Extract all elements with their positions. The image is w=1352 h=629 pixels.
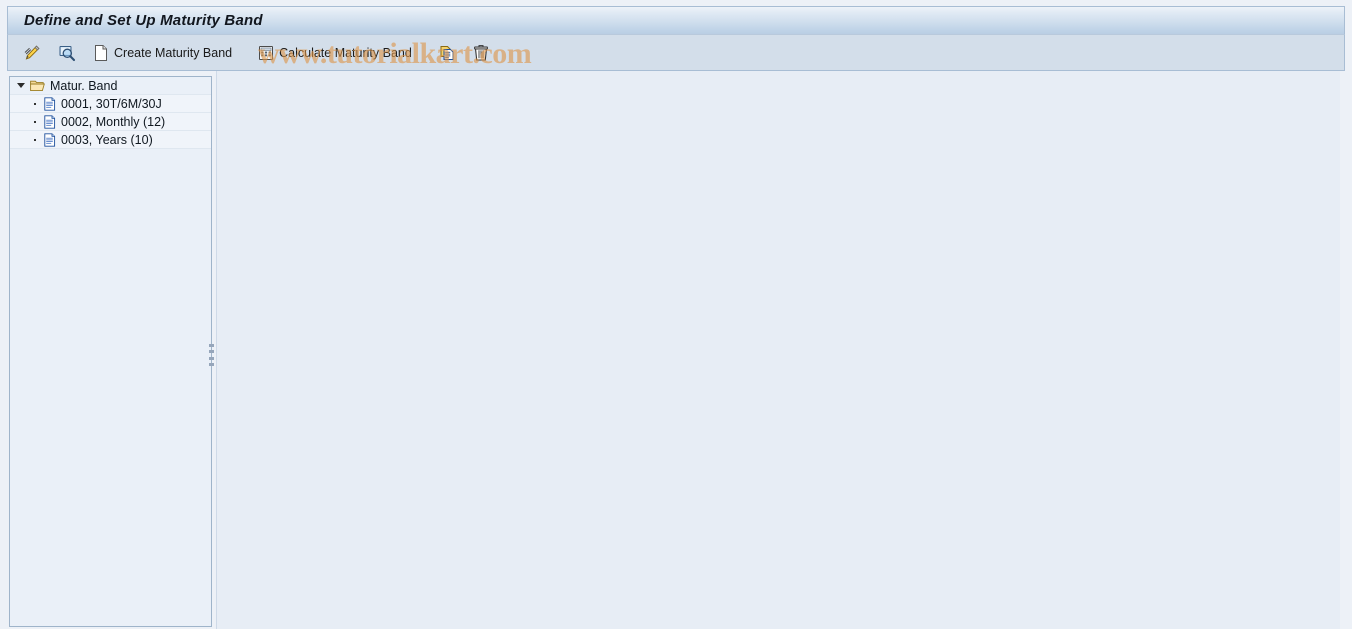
magnifier-display-icon bbox=[58, 44, 76, 62]
toolbar-separator bbox=[239, 52, 253, 53]
tree-item-label: 0001, 30T/6M/30J bbox=[61, 96, 162, 111]
pencil-icon bbox=[23, 44, 41, 62]
tree-item-label: 0003, Years (10) bbox=[61, 132, 153, 147]
maturity-band-tree: Matur. Band 0001, 30T/6M/30J 0002, Month… bbox=[9, 76, 212, 627]
tree-item-0001[interactable]: 0001, 30T/6M/30J bbox=[10, 95, 211, 113]
create-maturity-band-label: Create Maturity Band bbox=[114, 45, 233, 60]
toolbar-separator-2 bbox=[419, 52, 433, 53]
page-title: Define and Set Up Maturity Band bbox=[24, 12, 263, 29]
document-icon bbox=[44, 132, 56, 147]
chevron-down-icon[interactable] bbox=[14, 79, 27, 92]
tree-bullet-icon bbox=[28, 133, 41, 146]
copy-button[interactable] bbox=[433, 40, 466, 66]
calculator-icon bbox=[258, 45, 274, 61]
new-document-icon bbox=[93, 44, 109, 62]
open-folder-icon bbox=[30, 79, 45, 92]
detail-content-area bbox=[216, 71, 1340, 629]
main-body: Matur. Band 0001, 30T/6M/30J 0002, Month… bbox=[0, 71, 1352, 629]
calculate-maturity-band-label: Calculate Maturity Band bbox=[279, 45, 412, 60]
tree-item-label: 0002, Monthly (12) bbox=[61, 114, 166, 129]
delete-button[interactable] bbox=[468, 40, 499, 66]
document-icon bbox=[44, 96, 56, 111]
display-button[interactable] bbox=[53, 40, 86, 66]
change-button[interactable] bbox=[18, 40, 51, 66]
tree-item-0003[interactable]: 0003, Years (10) bbox=[10, 131, 211, 149]
splitter-grip-icon[interactable] bbox=[209, 344, 214, 366]
application-toolbar: Create Maturity Band Calculate Maturity … bbox=[7, 34, 1345, 71]
sap-application-window: Define and Set Up Maturity Band Create M… bbox=[0, 0, 1352, 629]
document-icon bbox=[44, 114, 56, 129]
window-titlebar: Define and Set Up Maturity Band bbox=[7, 6, 1345, 34]
create-maturity-band-button[interactable]: Create Maturity Band bbox=[88, 40, 237, 66]
copy-icon bbox=[438, 44, 456, 62]
tree-root-node[interactable]: Matur. Band bbox=[10, 77, 211, 95]
trash-icon bbox=[473, 44, 489, 62]
calculate-maturity-band-button[interactable]: Calculate Maturity Band bbox=[253, 40, 417, 66]
tree-item-0002[interactable]: 0002, Monthly (12) bbox=[10, 113, 211, 131]
tree-bullet-icon bbox=[28, 97, 41, 110]
tree-bullet-icon bbox=[28, 115, 41, 128]
tree-root-label: Matur. Band bbox=[50, 78, 118, 93]
panel-splitter[interactable] bbox=[207, 76, 216, 627]
